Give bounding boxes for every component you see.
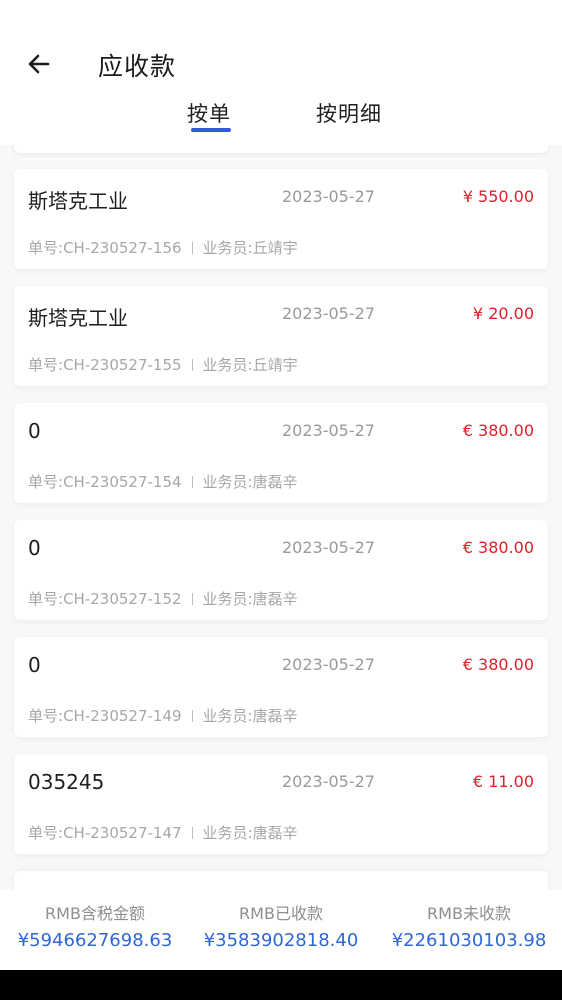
summary-label: RMB已收款 bbox=[239, 904, 323, 923]
meta-divider bbox=[191, 359, 193, 371]
order-number-label: 单号: bbox=[28, 356, 64, 374]
order-number-label: 单号: bbox=[28, 239, 64, 257]
order-meta: 单号:CH-230527-149 业务员:唐磊辛 bbox=[28, 705, 298, 726]
salesperson-label: 业务员: bbox=[202, 590, 253, 608]
page-title: 应收款 bbox=[98, 52, 177, 81]
order-number-label: 单号: bbox=[28, 824, 64, 842]
order-number: CH-230527-155 bbox=[63, 356, 182, 374]
salesperson: 唐磊辛 bbox=[252, 473, 298, 491]
salesperson: 唐磊辛 bbox=[252, 707, 298, 725]
meta-divider bbox=[191, 242, 193, 254]
summary-total-tax: RMB含税金额 ¥5946627698.63 bbox=[10, 900, 180, 951]
customer-name: 斯塔克工业 bbox=[28, 189, 128, 213]
customer-name: 0 bbox=[28, 653, 41, 677]
salesperson: 丘靖宇 bbox=[252, 356, 298, 374]
order-meta: 单号:CH-230527-152 业务员:唐磊辛 bbox=[28, 588, 298, 609]
order-meta: 单号:CH-230527-156 业务员:丘靖宇 bbox=[28, 237, 298, 258]
meta-divider bbox=[191, 710, 193, 722]
list-item[interactable]: 斯塔克工业 2023-05-27 ¥ 20.00 单号:CH-230527-15… bbox=[14, 286, 548, 386]
list-item-partial bbox=[14, 145, 548, 153]
order-number-label: 单号: bbox=[28, 590, 64, 608]
summary-bar: RMB含税金额 ¥5946627698.63 RMB已收款 ¥358390281… bbox=[0, 890, 562, 970]
order-date: 2023-05-27 bbox=[282, 538, 375, 557]
arrow-left-icon bbox=[28, 54, 50, 74]
customer-name: 0 bbox=[28, 419, 41, 443]
summary-label: RMB未收款 bbox=[427, 904, 511, 923]
order-date: 2023-05-27 bbox=[282, 655, 375, 674]
list-item[interactable]: 035245 2023-05-27 € 11.00 单号:CH-230527-1… bbox=[14, 754, 548, 854]
customer-name: 0 bbox=[28, 536, 41, 560]
order-amount: € 380.00 bbox=[462, 538, 534, 557]
salesperson-label: 业务员: bbox=[202, 356, 253, 374]
order-meta: 单号:CH-230527-154 业务员:唐磊辛 bbox=[28, 471, 298, 492]
list-item[interactable]: 0 2023-05-27 € 380.00 单号:CH-230527-152 业务… bbox=[14, 520, 548, 620]
receivables-screen: 应收款 按单 按明细 斯塔克工业 2023-05-27 ¥ 550.00 单号:… bbox=[0, 0, 562, 1000]
salesperson: 丘靖宇 bbox=[252, 239, 298, 257]
order-date: 2023-05-27 bbox=[282, 772, 375, 791]
order-amount: € 380.00 bbox=[462, 655, 534, 674]
order-number: CH-230527-147 bbox=[63, 824, 182, 842]
list-item[interactable]: 0 2023-05-27 € 380.00 单号:CH-230527-154 业务… bbox=[14, 403, 548, 503]
back-button[interactable] bbox=[22, 46, 58, 82]
summary-value: ¥3583902818.40 bbox=[203, 930, 359, 951]
summary-received: RMB已收款 ¥3583902818.40 bbox=[196, 900, 366, 951]
active-tab-indicator bbox=[191, 128, 231, 132]
order-amount: € 11.00 bbox=[472, 772, 534, 791]
order-number: CH-230527-149 bbox=[63, 707, 182, 725]
order-meta: 单号:CH-230527-147 业务员:唐磊辛 bbox=[28, 822, 298, 843]
order-number: CH-230527-156 bbox=[63, 239, 182, 257]
order-date: 2023-05-27 bbox=[282, 304, 375, 323]
list-item[interactable]: 斯塔克工业 2023-05-27 ¥ 550.00 单号:CH-230527-1… bbox=[14, 169, 548, 269]
order-number-label: 单号: bbox=[28, 707, 64, 725]
meta-divider bbox=[191, 593, 193, 605]
order-amount: ¥ 20.00 bbox=[472, 304, 534, 323]
list-item-partial bbox=[14, 871, 548, 890]
order-amount: € 380.00 bbox=[462, 421, 534, 440]
order-date: 2023-05-27 bbox=[282, 421, 375, 440]
salesperson-label: 业务员: bbox=[202, 707, 253, 725]
header: 应收款 按单 按明细 bbox=[0, 0, 562, 150]
salesperson: 唐磊辛 bbox=[252, 824, 298, 842]
system-navigation-bar bbox=[0, 970, 562, 1000]
summary-label: RMB含税金额 bbox=[45, 904, 145, 923]
summary-value: ¥5946627698.63 bbox=[17, 930, 173, 951]
customer-name: 035245 bbox=[28, 770, 105, 794]
salesperson-label: 业务员: bbox=[202, 473, 253, 491]
summary-value: ¥2261030103.98 bbox=[391, 930, 547, 951]
meta-divider bbox=[191, 476, 193, 488]
tab-by-detail[interactable]: 按明细 bbox=[316, 98, 382, 128]
order-number-label: 单号: bbox=[28, 473, 64, 491]
tab-bar: 按单 按明细 bbox=[0, 98, 562, 138]
salesperson: 唐磊辛 bbox=[252, 590, 298, 608]
receivables-list[interactable]: 斯塔克工业 2023-05-27 ¥ 550.00 单号:CH-230527-1… bbox=[0, 145, 562, 890]
order-date: 2023-05-27 bbox=[282, 187, 375, 206]
salesperson-label: 业务员: bbox=[202, 239, 253, 257]
summary-unreceived: RMB未收款 ¥2261030103.98 bbox=[384, 900, 554, 951]
order-number: CH-230527-154 bbox=[63, 473, 182, 491]
tab-by-order[interactable]: 按单 bbox=[187, 98, 231, 128]
customer-name: 斯塔克工业 bbox=[28, 306, 128, 330]
list-item[interactable]: 0 2023-05-27 € 380.00 单号:CH-230527-149 业务… bbox=[14, 637, 548, 737]
salesperson-label: 业务员: bbox=[202, 824, 253, 842]
meta-divider bbox=[191, 827, 193, 839]
order-amount: ¥ 550.00 bbox=[462, 187, 534, 206]
order-number: CH-230527-152 bbox=[63, 590, 182, 608]
order-meta: 单号:CH-230527-155 业务员:丘靖宇 bbox=[28, 354, 298, 375]
